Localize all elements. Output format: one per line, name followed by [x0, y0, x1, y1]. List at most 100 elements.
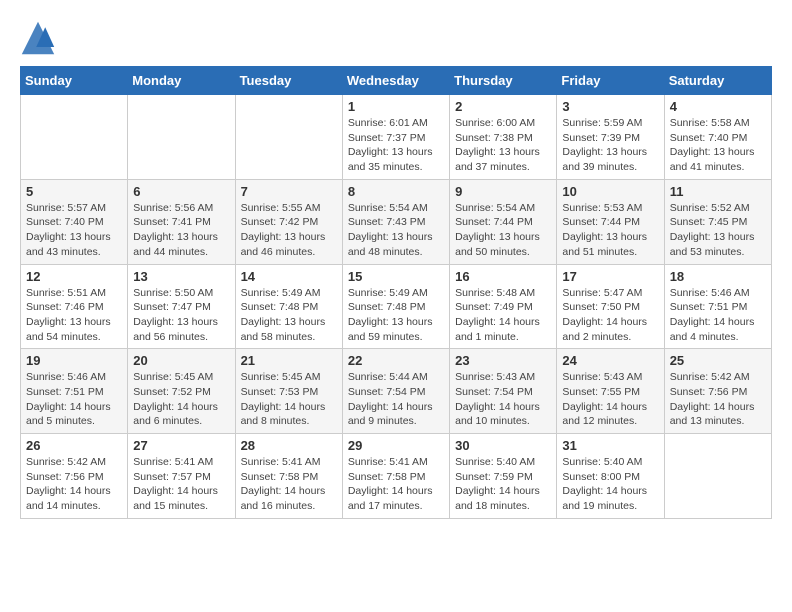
weekday-header-friday: Friday [557, 67, 664, 95]
day-number: 4 [670, 99, 766, 114]
weekday-header-sunday: Sunday [21, 67, 128, 95]
day-info: Sunrise: 5:41 AM Sunset: 7:58 PM Dayligh… [241, 455, 337, 514]
day-number: 13 [133, 269, 229, 284]
weekday-header-saturday: Saturday [664, 67, 771, 95]
calendar-header-row: SundayMondayTuesdayWednesdayThursdayFrid… [21, 67, 772, 95]
day-info: Sunrise: 5:44 AM Sunset: 7:54 PM Dayligh… [348, 370, 444, 429]
day-info: Sunrise: 5:43 AM Sunset: 7:55 PM Dayligh… [562, 370, 658, 429]
weekday-header-tuesday: Tuesday [235, 67, 342, 95]
day-info: Sunrise: 5:46 AM Sunset: 7:51 PM Dayligh… [670, 286, 766, 345]
calendar-cell: 4Sunrise: 5:58 AM Sunset: 7:40 PM Daylig… [664, 95, 771, 180]
calendar-cell: 10Sunrise: 5:53 AM Sunset: 7:44 PM Dayli… [557, 179, 664, 264]
weekday-header-wednesday: Wednesday [342, 67, 449, 95]
calendar-cell: 14Sunrise: 5:49 AM Sunset: 7:48 PM Dayli… [235, 264, 342, 349]
day-info: Sunrise: 5:52 AM Sunset: 7:45 PM Dayligh… [670, 201, 766, 260]
logo [20, 20, 60, 56]
day-number: 27 [133, 438, 229, 453]
day-number: 21 [241, 353, 337, 368]
day-info: Sunrise: 5:51 AM Sunset: 7:46 PM Dayligh… [26, 286, 122, 345]
day-number: 31 [562, 438, 658, 453]
day-number: 29 [348, 438, 444, 453]
calendar-cell: 23 Sunrise: 5:43 AM Sunset: 7:54 PM Dayli… [450, 349, 557, 434]
calendar-cell: 29 Sunrise: 5:41 AM Sunset: 7:58 PM Dayli… [342, 434, 449, 519]
day-number: 18 [670, 269, 766, 284]
day-number: 7 [241, 184, 337, 199]
day-info: Sunrise: 5:54 AM Sunset: 7:43 PM Dayligh… [348, 201, 444, 260]
day-number: 17 [562, 269, 658, 284]
day-number: 2 [455, 99, 551, 114]
day-info: Sunrise: 5:53 AM Sunset: 7:44 PM Dayligh… [562, 201, 658, 260]
day-info: Sunrise: 5:41 AM Sunset: 7:58 PM Dayligh… [348, 455, 444, 514]
calendar-cell [21, 95, 128, 180]
day-info: Sunrise: 5:45 AM Sunset: 7:52 PM Dayligh… [133, 370, 229, 429]
day-number: 24 [562, 353, 658, 368]
day-number: 19 [26, 353, 122, 368]
calendar-cell: 30Sunrise: 5:40 AM Sunset: 7:59 PM Dayli… [450, 434, 557, 519]
day-number: 12 [26, 269, 122, 284]
calendar-week-2: 5 Sunrise: 5:57 AM Sunset: 7:40 PM Daylig… [21, 179, 772, 264]
calendar-cell: 20 Sunrise: 5:45 AM Sunset: 7:52 PM Dayli… [128, 349, 235, 434]
calendar-cell: 17 Sunrise: 5:47 AM Sunset: 7:50 PM Dayli… [557, 264, 664, 349]
calendar-cell: 5 Sunrise: 5:57 AM Sunset: 7:40 PM Daylig… [21, 179, 128, 264]
calendar-week-3: 12 Sunrise: 5:51 AM Sunset: 7:46 PM Dayli… [21, 264, 772, 349]
calendar-cell [235, 95, 342, 180]
day-info: Sunrise: 5:40 AM Sunset: 7:59 PM Dayligh… [455, 455, 551, 514]
day-info: Sunrise: 5:50 AM Sunset: 7:47 PM Dayligh… [133, 286, 229, 345]
calendar-cell: 19 Sunrise: 5:46 AM Sunset: 7:51 PM Dayli… [21, 349, 128, 434]
day-number: 1 [348, 99, 444, 114]
calendar-cell: 26 Sunrise: 5:42 AM Sunset: 7:56 PM Dayli… [21, 434, 128, 519]
day-info: Sunrise: 5:48 AM Sunset: 7:49 PM Dayligh… [455, 286, 551, 345]
day-number: 28 [241, 438, 337, 453]
logo-icon [20, 20, 56, 56]
calendar-cell: 7 Sunrise: 5:55 AM Sunset: 7:42 PM Daylig… [235, 179, 342, 264]
day-number: 26 [26, 438, 122, 453]
day-number: 23 [455, 353, 551, 368]
calendar-table: SundayMondayTuesdayWednesdayThursdayFrid… [20, 66, 772, 519]
day-info: Sunrise: 5:59 AM Sunset: 7:39 PM Dayligh… [562, 116, 658, 175]
calendar-cell: 31 Sunrise: 5:40 AM Sunset: 8:00 PM Dayli… [557, 434, 664, 519]
day-number: 3 [562, 99, 658, 114]
calendar-cell: 13 Sunrise: 5:50 AM Sunset: 7:47 PM Dayli… [128, 264, 235, 349]
calendar-cell: 28 Sunrise: 5:41 AM Sunset: 7:58 PM Dayli… [235, 434, 342, 519]
day-info: Sunrise: 5:46 AM Sunset: 7:51 PM Dayligh… [26, 370, 122, 429]
calendar-cell: 6 Sunrise: 5:56 AM Sunset: 7:41 PM Daylig… [128, 179, 235, 264]
day-number: 5 [26, 184, 122, 199]
calendar-cell: 15Sunrise: 5:49 AM Sunset: 7:48 PM Dayli… [342, 264, 449, 349]
calendar-cell: 25Sunrise: 5:42 AM Sunset: 7:56 PM Dayli… [664, 349, 771, 434]
day-info: Sunrise: 5:45 AM Sunset: 7:53 PM Dayligh… [241, 370, 337, 429]
calendar-cell: 24 Sunrise: 5:43 AM Sunset: 7:55 PM Dayli… [557, 349, 664, 434]
day-info: Sunrise: 5:57 AM Sunset: 7:40 PM Dayligh… [26, 201, 122, 260]
day-info: Sunrise: 5:42 AM Sunset: 7:56 PM Dayligh… [26, 455, 122, 514]
calendar-cell: 9 Sunrise: 5:54 AM Sunset: 7:44 PM Daylig… [450, 179, 557, 264]
day-info: Sunrise: 5:54 AM Sunset: 7:44 PM Dayligh… [455, 201, 551, 260]
calendar-cell: 3 Sunrise: 5:59 AM Sunset: 7:39 PM Daylig… [557, 95, 664, 180]
day-number: 6 [133, 184, 229, 199]
calendar-week-4: 19 Sunrise: 5:46 AM Sunset: 7:51 PM Dayli… [21, 349, 772, 434]
calendar-cell: 21 Sunrise: 5:45 AM Sunset: 7:53 PM Dayli… [235, 349, 342, 434]
calendar-cell: 22 Sunrise: 5:44 AM Sunset: 7:54 PM Dayli… [342, 349, 449, 434]
day-number: 9 [455, 184, 551, 199]
day-info: Sunrise: 5:47 AM Sunset: 7:50 PM Dayligh… [562, 286, 658, 345]
day-info: Sunrise: 5:49 AM Sunset: 7:48 PM Dayligh… [241, 286, 337, 345]
calendar-cell: 18 Sunrise: 5:46 AM Sunset: 7:51 PM Dayli… [664, 264, 771, 349]
weekday-header-thursday: Thursday [450, 67, 557, 95]
day-info: Sunrise: 5:43 AM Sunset: 7:54 PM Dayligh… [455, 370, 551, 429]
page-header [20, 20, 772, 56]
calendar-cell: 1 Sunrise: 6:01 AM Sunset: 7:37 PM Daylig… [342, 95, 449, 180]
day-info: Sunrise: 5:55 AM Sunset: 7:42 PM Dayligh… [241, 201, 337, 260]
day-number: 22 [348, 353, 444, 368]
day-info: Sunrise: 5:56 AM Sunset: 7:41 PM Dayligh… [133, 201, 229, 260]
day-info: Sunrise: 5:49 AM Sunset: 7:48 PM Dayligh… [348, 286, 444, 345]
calendar-cell [128, 95, 235, 180]
day-number: 16 [455, 269, 551, 284]
calendar-cell: 8Sunrise: 5:54 AM Sunset: 7:43 PM Daylig… [342, 179, 449, 264]
weekday-header-monday: Monday [128, 67, 235, 95]
calendar-week-1: 1 Sunrise: 6:01 AM Sunset: 7:37 PM Daylig… [21, 95, 772, 180]
calendar-week-5: 26 Sunrise: 5:42 AM Sunset: 7:56 PM Dayli… [21, 434, 772, 519]
day-info: Sunrise: 5:41 AM Sunset: 7:57 PM Dayligh… [133, 455, 229, 514]
day-info: Sunrise: 5:40 AM Sunset: 8:00 PM Dayligh… [562, 455, 658, 514]
day-info: Sunrise: 6:01 AM Sunset: 7:37 PM Dayligh… [348, 116, 444, 175]
day-number: 20 [133, 353, 229, 368]
day-info: Sunrise: 6:00 AM Sunset: 7:38 PM Dayligh… [455, 116, 551, 175]
day-number: 25 [670, 353, 766, 368]
